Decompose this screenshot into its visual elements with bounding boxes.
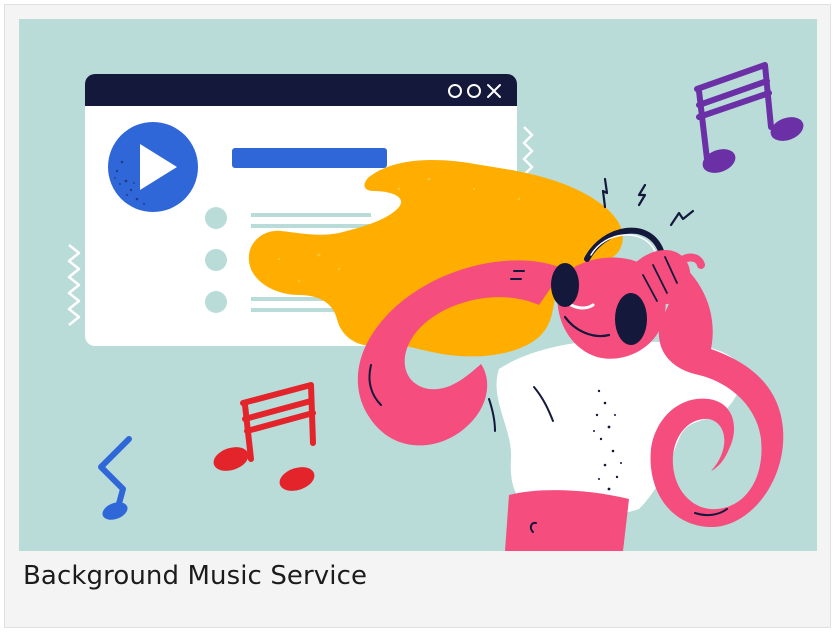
progress-bar [232, 148, 387, 168]
card-illustration [19, 19, 817, 551]
media-card[interactable]: Background Music Service [4, 4, 831, 628]
card-title[interactable]: Background Music Service [23, 561, 367, 591]
